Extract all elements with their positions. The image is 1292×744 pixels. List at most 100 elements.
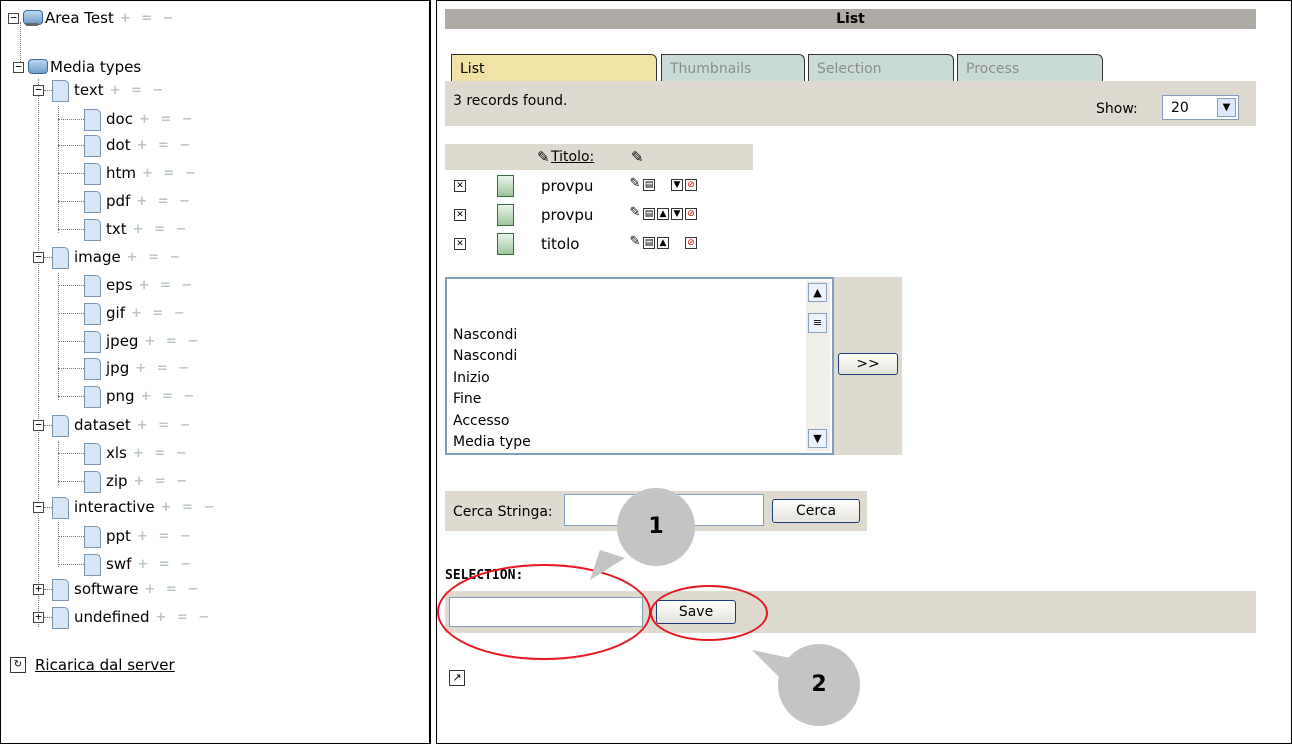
tree-item-eps[interactable]: eps + = −	[58, 274, 196, 297]
down-icon[interactable]: ▼	[671, 179, 683, 191]
tree-item-dot[interactable]: dot + = −	[58, 134, 194, 157]
tab-thumbnails[interactable]: Thumbnails	[661, 54, 805, 81]
down-icon[interactable]: ▼	[671, 208, 683, 220]
expand-icon[interactable]: +	[33, 583, 44, 595]
tree-item-pdf[interactable]: pdf + = −	[58, 190, 193, 213]
remove-icon[interactable]: ✕	[454, 238, 466, 250]
doc-info-icon[interactable]: ▤	[643, 208, 655, 220]
item-actions[interactable]: + = −	[141, 389, 198, 404]
remove-icon[interactable]: ✕	[454, 180, 466, 192]
up-icon[interactable]: ▲	[657, 208, 669, 220]
node-actions[interactable]: + = −	[144, 582, 201, 597]
item-actions[interactable]: + = −	[144, 334, 201, 349]
remove-icon[interactable]: ✕	[454, 209, 466, 221]
listbox-option[interactable]	[453, 303, 531, 325]
listbox-option[interactable]: Media type	[453, 432, 531, 453]
node-actions[interactable]: + = −	[155, 610, 212, 625]
tree-item-xls[interactable]: xls + = −	[58, 442, 190, 465]
scrollbar[interactable]: ▲ ≡ ▼	[806, 281, 830, 451]
reload-link[interactable]: ↻ Ricarica dal server	[10, 656, 175, 674]
listbox-option[interactable]: Nascondi	[453, 346, 531, 368]
pencil-icon[interactable]: ✎	[629, 206, 641, 220]
listbox-option[interactable]: Nascondi	[453, 325, 531, 347]
delete-icon[interactable]: ⊘	[685, 237, 697, 249]
tree-item-jpeg[interactable]: jpeg + = −	[58, 330, 201, 353]
file-thumbnail-icon[interactable]	[497, 204, 514, 226]
item-actions[interactable]: + = −	[133, 222, 190, 237]
item-actions[interactable]: + = −	[134, 474, 191, 489]
expand-arrow-icon[interactable]: ↗	[449, 670, 465, 686]
node-actions[interactable]: + = −	[110, 83, 167, 98]
node-actions[interactable]: + = −	[161, 500, 218, 515]
tree-folder-image[interactable]: − image + = −	[33, 246, 184, 269]
tree-item-swf[interactable]: swf + = −	[58, 553, 194, 576]
node-actions[interactable]: + = −	[120, 11, 177, 26]
delete-icon[interactable]: ⊘	[685, 179, 697, 191]
node-actions[interactable]: + = −	[127, 250, 184, 265]
item-actions[interactable]: + = −	[142, 166, 199, 181]
search-button[interactable]: Cerca	[772, 499, 860, 523]
delete-icon[interactable]: ⊘	[685, 208, 697, 220]
collapse-icon[interactable]: −	[33, 84, 44, 96]
listbox-option[interactable]: Titolo	[453, 454, 531, 456]
tab-list[interactable]: List	[451, 54, 657, 81]
node-actions[interactable]: + = −	[137, 418, 194, 433]
tree-item-zip[interactable]: zip + = −	[58, 470, 191, 493]
field-listbox[interactable]: Nascondi Nascondi Inizio Fine Accesso Media t…	[445, 277, 834, 455]
pane-splitter[interactable]	[429, 0, 437, 744]
expand-icon[interactable]: +	[33, 611, 44, 623]
file-thumbnail-icon[interactable]	[497, 175, 514, 197]
tree-item-txt[interactable]: txt + = −	[58, 218, 190, 241]
item-actions[interactable]: + = −	[137, 138, 194, 153]
tree-item-label: ppt	[106, 527, 131, 545]
collapse-icon[interactable]: −	[33, 251, 44, 263]
tree-item-ppt[interactable]: ppt + = −	[58, 525, 194, 548]
file-thumbnail-icon[interactable]	[497, 233, 514, 255]
tree-item-doc[interactable]: doc + = −	[58, 108, 196, 131]
item-actions[interactable]: + = −	[135, 361, 192, 376]
collapse-icon[interactable]: −	[8, 12, 19, 24]
item-actions[interactable]: + = −	[136, 194, 193, 209]
scroll-down-icon[interactable]: ▼	[808, 429, 827, 448]
move-fields-button[interactable]: >>	[838, 353, 898, 375]
pencil-icon[interactable]: ✎	[537, 148, 550, 166]
scroll-up-icon[interactable]: ▲	[808, 283, 827, 302]
item-actions[interactable]: + = −	[131, 306, 188, 321]
item-actions[interactable]: + = −	[133, 446, 190, 461]
chevron-down-icon[interactable]: ▼	[1217, 98, 1236, 117]
tree-item-jpg[interactable]: jpg + = −	[58, 357, 192, 380]
tab-selection[interactable]: Selection	[808, 54, 954, 81]
tree-folder-undefined[interactable]: + undefined + = −	[33, 606, 212, 629]
tree-item-gif[interactable]: gif + = −	[58, 302, 188, 325]
tree-item-png[interactable]: png + = −	[58, 385, 198, 408]
collapse-icon[interactable]: −	[33, 419, 44, 431]
item-actions[interactable]: + = −	[137, 529, 194, 544]
doc-info-icon[interactable]: ▤	[643, 237, 655, 249]
listbox-option[interactable]: Fine	[453, 389, 531, 411]
tree-folder-interactive[interactable]: − interactive + = −	[33, 496, 218, 519]
item-actions[interactable]: + = −	[137, 557, 194, 572]
collapse-icon[interactable]: −	[33, 501, 44, 513]
pencil-icon[interactable]: ✎	[629, 177, 641, 191]
tree-folder-software[interactable]: + software + = −	[33, 578, 201, 601]
item-actions[interactable]: + = −	[139, 278, 196, 293]
tree-folder-text[interactable]: − text + = −	[33, 79, 167, 102]
page-size-select[interactable]: 20 ▼	[1162, 95, 1239, 120]
tab-process[interactable]: Process	[957, 54, 1103, 81]
pencil-icon[interactable]: ✎	[629, 235, 641, 249]
item-actions[interactable]: + = −	[139, 112, 196, 127]
tree-node-media-types[interactable]: − Media types	[13, 56, 147, 78]
up-icon[interactable]: ▲	[657, 237, 669, 249]
column-header-title[interactable]: Titolo:	[551, 149, 594, 165]
listbox-option[interactable]: Accesso	[453, 411, 531, 433]
tree-item-htm[interactable]: htm + = −	[58, 162, 199, 185]
listbox-option[interactable]: Inizio	[453, 368, 531, 390]
tree-connector	[58, 312, 84, 314]
tree-node-area-test[interactable]: − Area Test + = −	[8, 7, 177, 29]
scroll-thumb[interactable]: ≡	[808, 313, 827, 333]
collapse-icon[interactable]: −	[13, 61, 24, 73]
tree-folder-dataset[interactable]: − dataset + = −	[33, 414, 194, 437]
reload-link-label[interactable]: Ricarica dal server	[35, 656, 175, 674]
pencil-icon[interactable]: ✎	[631, 148, 644, 166]
doc-info-icon[interactable]: ▤	[643, 179, 655, 191]
